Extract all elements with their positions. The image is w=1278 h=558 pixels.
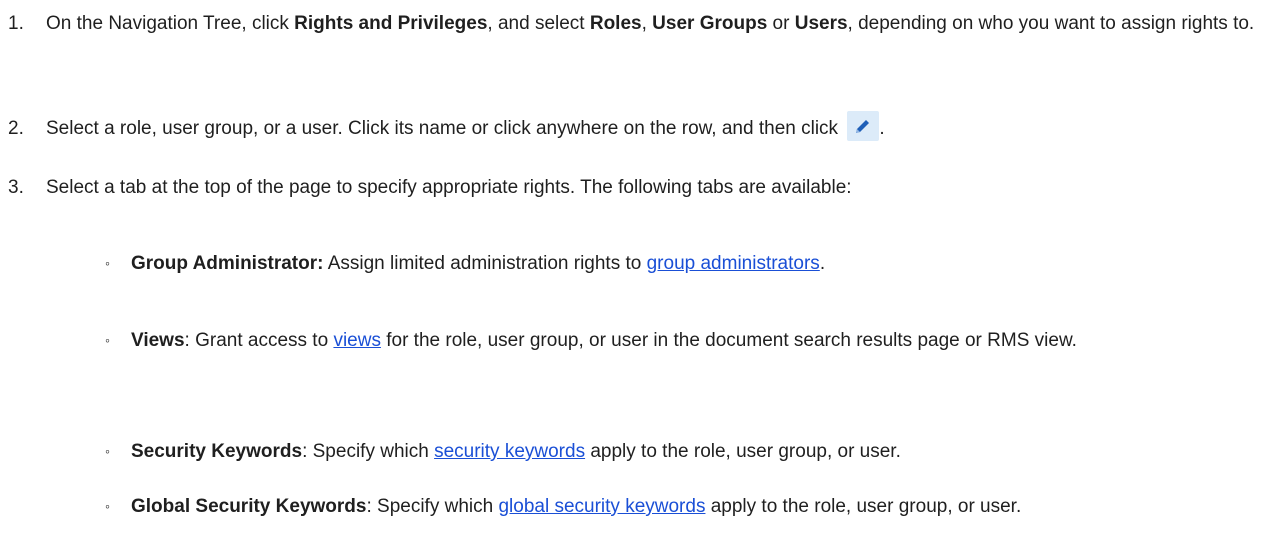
text-run: apply to the role, user group, or user. bbox=[705, 496, 1022, 517]
step-number: 3. bbox=[8, 177, 24, 198]
text-run: , and select bbox=[487, 13, 590, 34]
step-text: On the Navigation Tree, click Rights and… bbox=[46, 6, 1270, 41]
tab-name: Views bbox=[131, 330, 185, 351]
bullet-icon: ◦ bbox=[105, 332, 110, 348]
text-run: Assign limited administration rights to bbox=[323, 253, 647, 274]
tab-item-views: ◦ Views: Grant access to views for the r… bbox=[105, 323, 1275, 358]
tab-name: Group Administrator: bbox=[131, 253, 324, 274]
ui-term-rights-and-privileges: Rights and Privileges bbox=[294, 13, 488, 34]
step-2: 2. Select a role, user group, or a user.… bbox=[8, 110, 1270, 146]
tab-item-security-keywords: ◦ Security Keywords: Specify which secur… bbox=[105, 434, 1275, 469]
step-number: 2. bbox=[8, 118, 24, 139]
tab-name: Global Security Keywords bbox=[131, 496, 367, 517]
ui-term-user-groups: User Groups bbox=[652, 13, 768, 34]
text-run: apply to the role, user group, or user. bbox=[585, 441, 901, 462]
text-run: or bbox=[767, 13, 795, 34]
step-3: 3. Select a tab at the top of the page t… bbox=[8, 170, 1270, 205]
text-run: : Specify which bbox=[302, 441, 435, 462]
bullet-icon: ◦ bbox=[105, 443, 110, 459]
tab-item-text: Global Security Keywords: Specify which … bbox=[131, 489, 1275, 524]
bullet-icon: ◦ bbox=[105, 255, 110, 271]
tab-item-text: Security Keywords: Specify which securit… bbox=[131, 434, 1275, 469]
tab-item-text: Views: Grant access to views for the rol… bbox=[131, 323, 1275, 358]
text-run: . bbox=[819, 253, 826, 274]
tab-item-group-administrator: ◦ Group Administrator: Assign limited ad… bbox=[105, 246, 1275, 281]
link-group-administrators[interactable]: group administrators bbox=[647, 253, 820, 274]
text-run: , bbox=[641, 13, 653, 34]
step-1: 1. On the Navigation Tree, click Rights … bbox=[8, 6, 1270, 41]
text-run: . bbox=[879, 118, 885, 139]
step-number: 1. bbox=[8, 13, 24, 34]
ui-term-users: Users bbox=[794, 13, 848, 34]
link-global-security-keywords[interactable]: global security keywords bbox=[498, 496, 705, 517]
step-text: Select a tab at the top of the page to s… bbox=[46, 170, 1270, 205]
text-run: , depending on who you want to assign ri… bbox=[847, 13, 1255, 34]
tab-item-text: Group Administrator: Assign limited admi… bbox=[131, 246, 1275, 281]
tab-name: Security Keywords bbox=[131, 441, 303, 462]
bullet-icon: ◦ bbox=[105, 498, 110, 514]
text-run: : Grant access to bbox=[184, 330, 334, 351]
ui-term-roles: Roles bbox=[589, 13, 642, 34]
text-run: Select a role, user group, or a user. Cl… bbox=[46, 118, 844, 139]
text-run: Select a tab at the top of the page to s… bbox=[46, 177, 852, 198]
step-text: Select a role, user group, or a user. Cl… bbox=[46, 110, 1270, 146]
pencil-edit-icon bbox=[847, 110, 880, 141]
text-run: : Specify which bbox=[366, 496, 499, 517]
link-views[interactable]: views bbox=[333, 330, 381, 351]
link-security-keywords[interactable]: security keywords bbox=[434, 441, 585, 462]
text-run: On the Navigation Tree, click bbox=[46, 13, 295, 34]
text-run: for the role, user group, or user in the… bbox=[380, 330, 1077, 351]
tab-item-global-security-keywords: ◦ Global Security Keywords: Specify whic… bbox=[105, 489, 1275, 524]
